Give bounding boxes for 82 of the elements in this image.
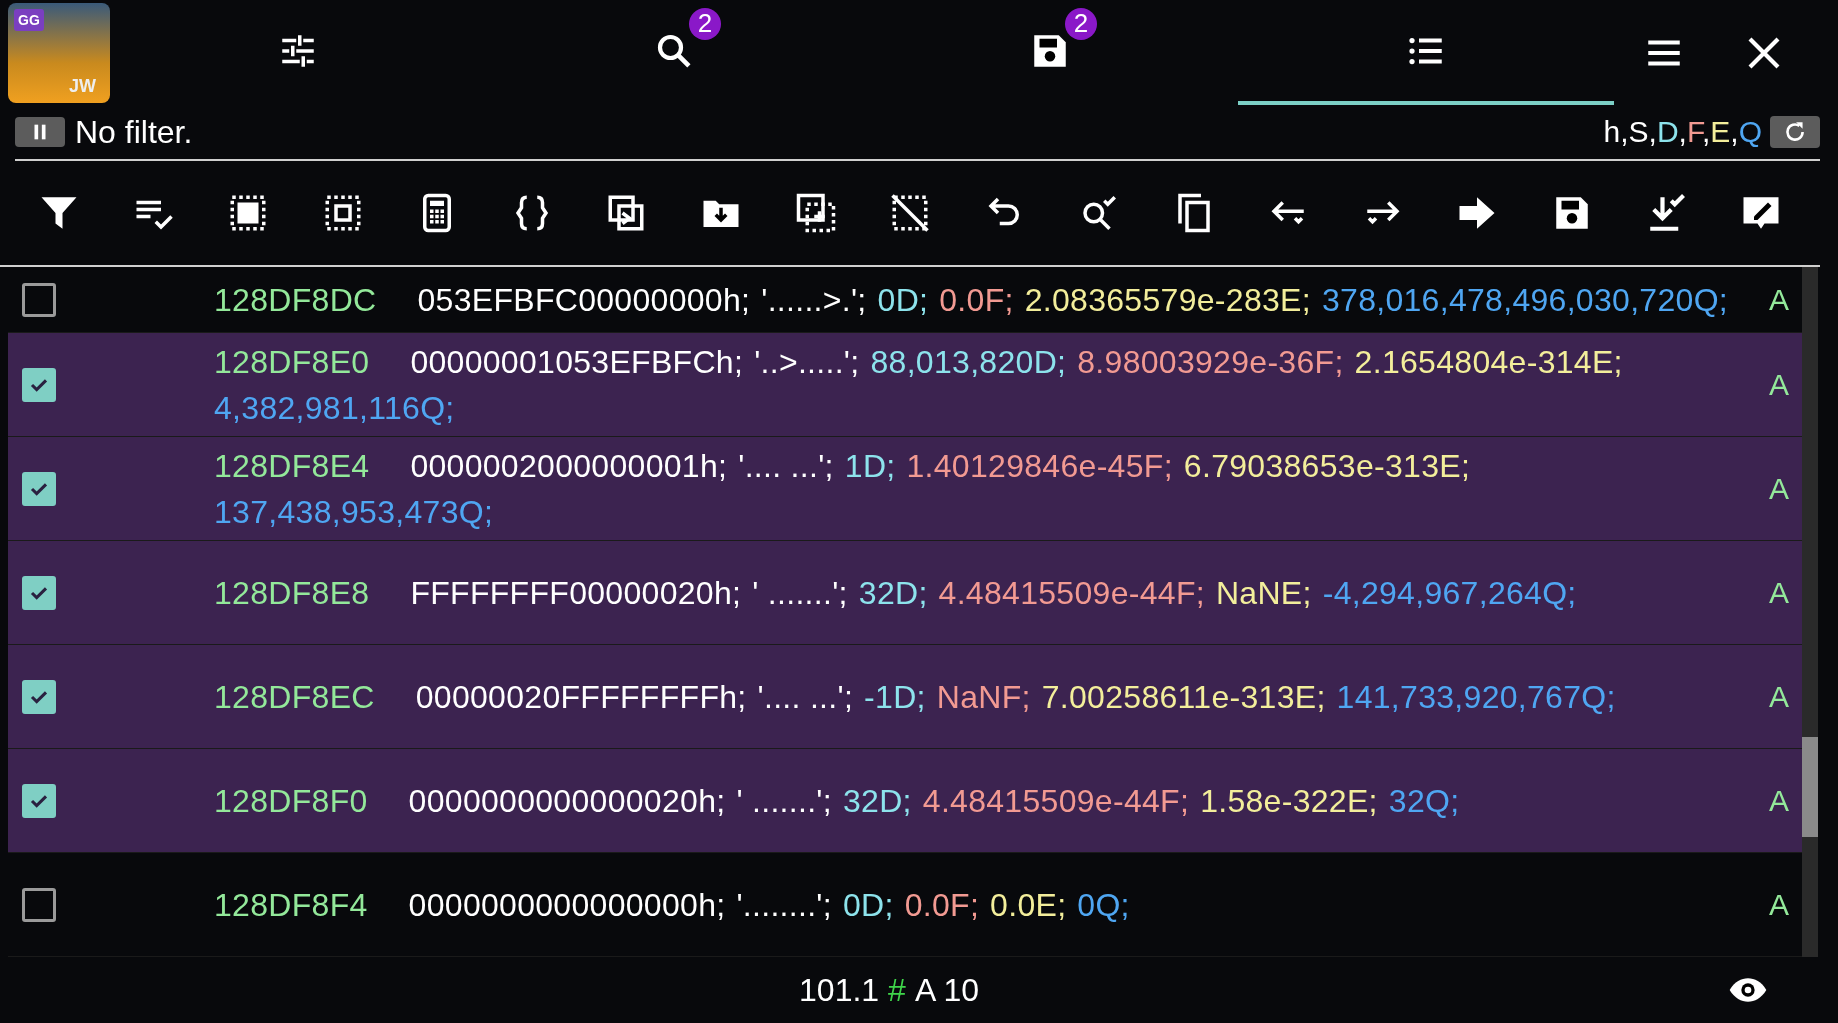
value-text: 0000002000000001h; (410, 446, 728, 486)
logo-badge: GG (14, 8, 44, 31)
value-text: 053EFBFC00000000h; (417, 280, 751, 320)
value-text: -1D; (864, 677, 926, 717)
toolbar-tab[interactable]: 2 (862, 0, 1238, 105)
count-badge: 2 (689, 7, 721, 40)
type-label: A (1768, 679, 1790, 714)
checkbox[interactable] (22, 575, 56, 610)
refresh-button[interactable] (1770, 116, 1820, 148)
checkbox[interactable] (22, 367, 56, 402)
result-row[interactable]: 128DF8F0 0000000000000020h; ' .......'; 32D; 4.48415509e-44F; 1.58e-322E; 32Q; A (8, 749, 1802, 853)
value-text: 1.58e-322E; (1200, 781, 1378, 821)
result-row[interactable]: 128DF8F4 0000000000000000h; '........'; 0D; 0.0F; 0.0E; 0Q; A (8, 853, 1802, 957)
app-logo[interactable]: GG JW (8, 2, 110, 103)
value-text: 32Q; (1388, 781, 1460, 821)
value-text: '........'; (736, 885, 832, 925)
type-label: A (1768, 575, 1790, 610)
value-text: -4,294,967,264Q; (1322, 573, 1577, 613)
value-text: 0.0F; (939, 280, 1014, 320)
value-text: 0D; (877, 280, 929, 320)
value-text: 00000001053EFBFCh; (410, 342, 744, 382)
toolbar-tab[interactable]: 2 (486, 0, 862, 105)
address-text: 128DF8F0 (214, 781, 368, 821)
value-text: '.... ...'; (757, 677, 854, 717)
address-text: 128DF8EC (214, 677, 375, 717)
value-text: 4.48415509e-44F; (938, 573, 1205, 613)
type-label: A (1768, 367, 1790, 402)
value-text: 378,016,478,496,030,720Q; (1321, 280, 1728, 320)
value-text: 8.98003929e-36F; (1077, 342, 1344, 382)
result-row[interactable]: 128DF8E8 FFFFFFFF00000020h; ' .......'; 32D; 4.48415509e-44F; NaNE; -4,294,967,264Q; A (8, 541, 1802, 645)
value-text: 7.00258611e-313E; (1041, 677, 1326, 717)
type-legend: h,S,D,F,E,Q (1603, 115, 1762, 149)
value-text: 32D; (843, 781, 912, 821)
address-text: 128DF8DC (214, 280, 377, 320)
value-text: NaNE; (1215, 573, 1312, 613)
value-text: 2.08365579e-283E; (1024, 280, 1311, 320)
value-text: 4,382,981,116Q; (214, 388, 455, 428)
address-text: 128DF8E4 (214, 446, 370, 486)
logo-label: JW (69, 75, 96, 97)
type-label: A (1768, 471, 1790, 506)
value-text: 2.1654804e-314E; (1354, 342, 1623, 382)
checkbox[interactable] (22, 471, 56, 506)
value-text: 1.40129846e-45F; (906, 446, 1173, 486)
value-text: FFFFFFFF00000020h; (410, 573, 742, 613)
filter-status: No filter. (75, 113, 193, 151)
value-text: 6.79038653e-313E; (1183, 446, 1471, 486)
result-row[interactable]: 128DF8E4 0000002000000001h; '.... ...'; 1D; 1.40129846e-45F; 6.79038653e-313E; 137,438,953,473Q; A (8, 437, 1802, 541)
result-row[interactable]: 128DF8EC 00000020FFFFFFFFh; '.... ...'; -1D; NaNF; 7.00258611e-313E; 141,733,920,767Q; A (8, 645, 1802, 749)
value-text: 1D; (844, 446, 896, 486)
value-text: 0D; (843, 885, 894, 925)
value-text: 141,733,920,767Q; (1336, 677, 1616, 717)
checkbox[interactable] (22, 282, 56, 317)
count-badge: 2 (1065, 7, 1097, 40)
value-text: ' .......'; (736, 781, 832, 821)
value-text: NaNF; (936, 677, 1031, 717)
address-text: 128DF8E8 (214, 573, 370, 613)
value-text: 4.48415509e-44F; (922, 781, 1190, 821)
value-text: 0Q; (1077, 885, 1130, 925)
status-text: 101.1 # A 10 (799, 971, 979, 1009)
address-text: 128DF8E0 (214, 342, 370, 382)
checkbox[interactable] (22, 783, 56, 818)
scrollbar[interactable] (1802, 267, 1818, 957)
value-text: 0.0E; (990, 885, 1067, 925)
value-text: 88,013,820D; (870, 342, 1067, 382)
pause-button[interactable] (15, 117, 65, 147)
checkbox[interactable] (22, 679, 56, 714)
value-text: 0.0F; (904, 885, 980, 925)
checkbox[interactable] (22, 887, 56, 922)
value-text: 00000020FFFFFFFFh; (415, 677, 747, 717)
type-label: A (1768, 887, 1790, 922)
type-label: A (1768, 783, 1790, 818)
result-row[interactable]: 128DF8E0 00000001053EFBFCh; '..>.....'; 88,013,820D; 8.98003929e-36F; 2.1654804e-314E; 4,382,981,116Q; A (8, 333, 1802, 437)
type-label: A (1768, 282, 1790, 317)
value-text: 0000000000000020h; (408, 781, 726, 821)
value-text: 137,438,953,473Q; (214, 492, 494, 532)
value-text: 0000000000000000h; (408, 885, 726, 925)
value-text: '......>.'; (761, 280, 867, 320)
value-text: 32D; (858, 573, 928, 613)
value-text: '..>.....'; (754, 342, 860, 382)
value-text: '.... ...'; (738, 446, 834, 486)
value-text: ' .......'; (752, 573, 848, 613)
address-text: 128DF8F4 (214, 885, 368, 925)
